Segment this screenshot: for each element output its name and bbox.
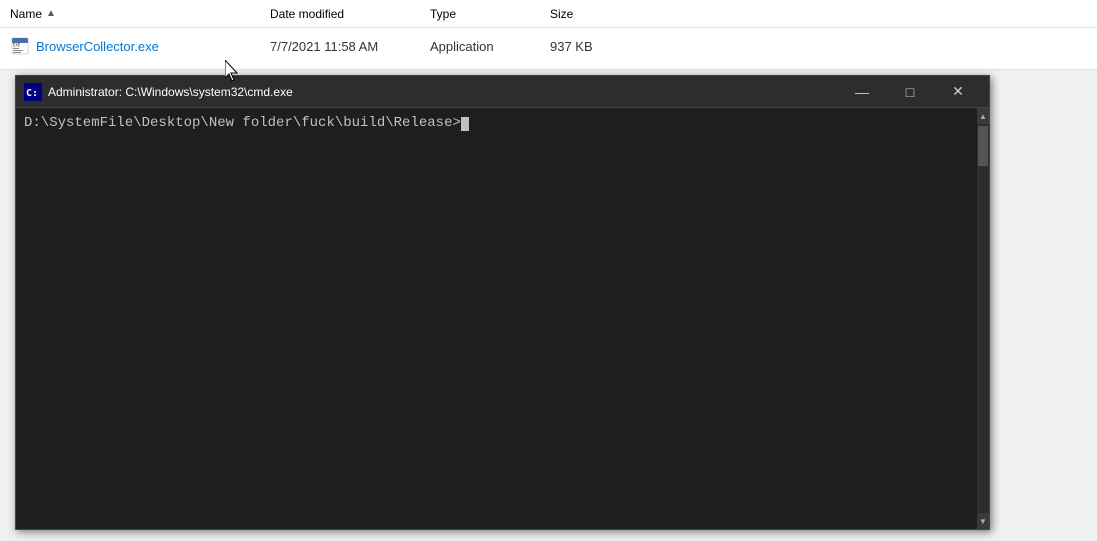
file-table-header: Name ▲ Date modified Type Size (0, 0, 1097, 28)
file-date: 7/7/2021 11:58 AM (270, 39, 378, 54)
svg-text:EXE: EXE (13, 43, 21, 48)
sort-arrow-icon: ▲ (46, 8, 56, 19)
column-date[interactable]: Date modified (270, 7, 430, 21)
cmd-body: D:\SystemFile\Desktop\New folder\fuck\bu… (16, 108, 989, 529)
col-date-label: Date modified (270, 7, 344, 21)
file-date-cell: 7/7/2021 11:58 AM (270, 39, 430, 54)
file-size-cell: 937 KB (550, 39, 650, 54)
file-name: BrowserCollector.exe (36, 39, 159, 54)
cmd-prompt: D:\SystemFile\Desktop\New folder\fuck\bu… (24, 115, 461, 131)
exe-icon: EXE (10, 36, 30, 56)
table-row[interactable]: EXE BrowserCollector.exe 7/7/2021 11:58 … (0, 28, 1097, 64)
maximize-button[interactable]: □ (887, 78, 933, 106)
close-button[interactable]: ✕ (935, 78, 981, 106)
col-type-label: Type (430, 7, 456, 21)
col-name-label: Name (10, 7, 42, 21)
file-explorer: Name ▲ Date modified Type Size EXE (0, 0, 1097, 70)
column-type[interactable]: Type (430, 7, 550, 21)
scrollbar-thumb[interactable] (978, 126, 988, 166)
svg-text:C:: C: (26, 88, 38, 99)
file-type-cell: Application (430, 39, 550, 54)
file-type: Application (430, 39, 494, 54)
file-name-cell: EXE BrowserCollector.exe (10, 36, 270, 56)
cmd-window: C: Administrator: C:\Windows\system32\cm… (15, 75, 990, 530)
cmd-cursor (461, 117, 469, 131)
cmd-content[interactable]: D:\SystemFile\Desktop\New folder\fuck\bu… (16, 108, 977, 529)
window-controls: — □ ✕ (839, 78, 981, 106)
minimize-button[interactable]: — (839, 78, 885, 106)
col-size-label: Size (550, 7, 573, 21)
cmd-titlebar: C: Administrator: C:\Windows\system32\cm… (16, 76, 989, 108)
cmd-scrollbar[interactable]: ▲ ▼ (977, 108, 989, 529)
file-size: 937 KB (550, 39, 593, 54)
cmd-title: Administrator: C:\Windows\system32\cmd.e… (48, 85, 839, 99)
column-size[interactable]: Size (550, 7, 650, 21)
scrollbar-arrow-up[interactable]: ▲ (977, 108, 989, 124)
scrollbar-arrow-down[interactable]: ▼ (977, 513, 989, 529)
cmd-icon: C: (24, 83, 42, 101)
column-name[interactable]: Name ▲ (10, 7, 270, 21)
